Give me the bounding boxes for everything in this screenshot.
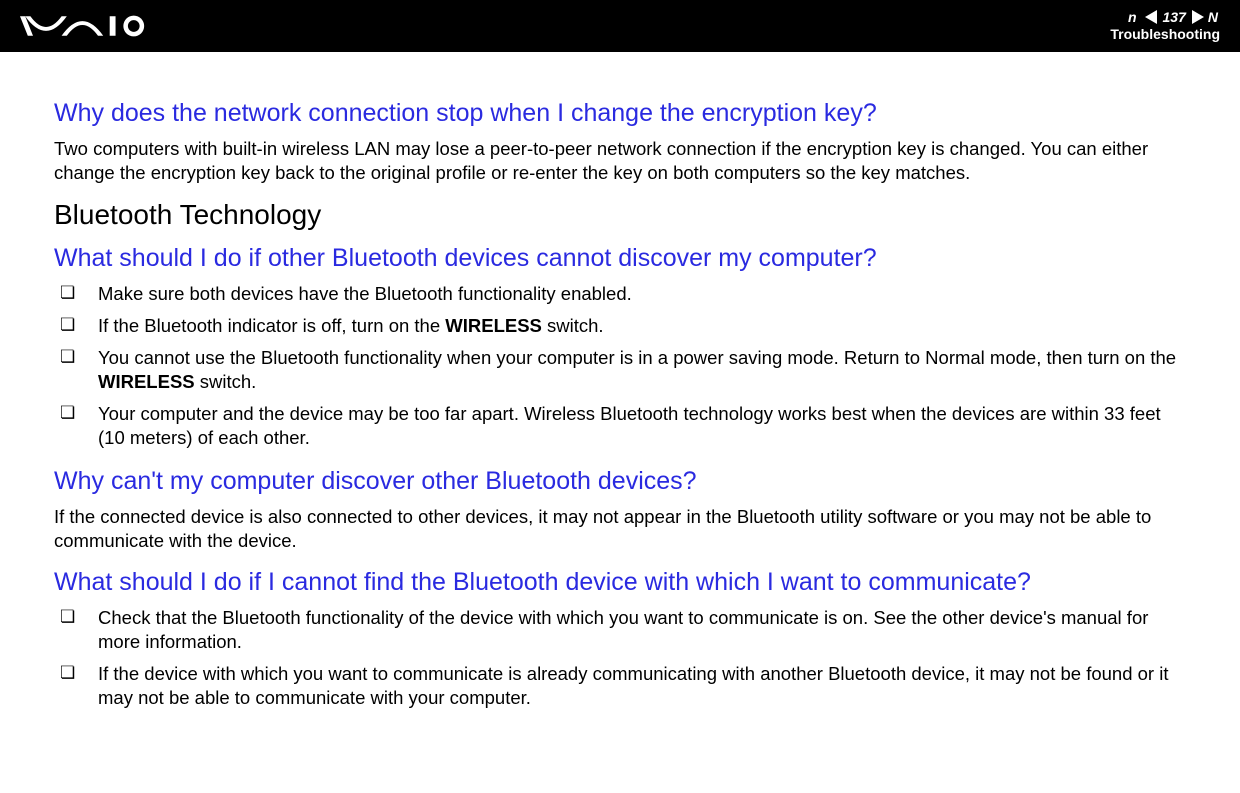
list-text: If the Bluetooth indicator is off, turn … bbox=[98, 315, 445, 336]
list-item: If the device with which you want to com… bbox=[54, 662, 1186, 710]
bold-text: WIRELESS bbox=[98, 371, 195, 392]
list-item: If the Bluetooth indicator is off, turn … bbox=[54, 314, 1186, 338]
bold-text: WIRELESS bbox=[445, 315, 542, 336]
bullet-list: Make sure both devices have the Bluetoot… bbox=[54, 282, 1186, 450]
vaio-logo bbox=[20, 0, 150, 52]
list-item: Check that the Bluetooth functionality o… bbox=[54, 606, 1186, 654]
question-heading: Why does the network connection stop whe… bbox=[54, 98, 1186, 129]
nav-n-right: N bbox=[1208, 10, 1218, 24]
list-text: You cannot use the Bluetooth functionali… bbox=[98, 347, 1176, 368]
list-item: Make sure both devices have the Bluetoot… bbox=[54, 282, 1186, 306]
header-right: n 137 N Troubleshooting bbox=[1110, 10, 1220, 42]
list-text: switch. bbox=[542, 315, 604, 336]
list-text: Your computer and the device may be too … bbox=[98, 403, 1161, 448]
section-heading: Bluetooth Technology bbox=[54, 199, 1186, 231]
list-item: Your computer and the device may be too … bbox=[54, 402, 1186, 450]
section-label: Troubleshooting bbox=[1110, 26, 1220, 42]
page-content: Why does the network connection stop whe… bbox=[0, 52, 1240, 710]
question-heading: What should I do if I cannot find the Bl… bbox=[54, 567, 1186, 598]
list-text: switch. bbox=[195, 371, 257, 392]
body-paragraph: If the connected device is also connecte… bbox=[54, 505, 1186, 552]
page-number: 137 bbox=[1163, 10, 1186, 24]
header-bar: n 137 N Troubleshooting bbox=[0, 0, 1240, 52]
list-text: Check that the Bluetooth functionality o… bbox=[98, 607, 1148, 652]
question-heading: What should I do if other Bluetooth devi… bbox=[54, 243, 1186, 274]
list-item: You cannot use the Bluetooth functionali… bbox=[54, 346, 1186, 394]
list-text: If the device with which you want to com… bbox=[98, 663, 1168, 708]
arrow-left-icon[interactable] bbox=[1145, 10, 1157, 24]
arrow-right-icon[interactable] bbox=[1192, 10, 1204, 24]
question-heading: Why can't my computer discover other Blu… bbox=[54, 466, 1186, 497]
body-paragraph: Two computers with built-in wireless LAN… bbox=[54, 137, 1186, 184]
bullet-list: Check that the Bluetooth functionality o… bbox=[54, 606, 1186, 710]
nav-n-left: n bbox=[1128, 10, 1137, 24]
page-nav: n 137 N bbox=[1110, 10, 1220, 24]
list-text: Make sure both devices have the Bluetoot… bbox=[98, 283, 632, 304]
